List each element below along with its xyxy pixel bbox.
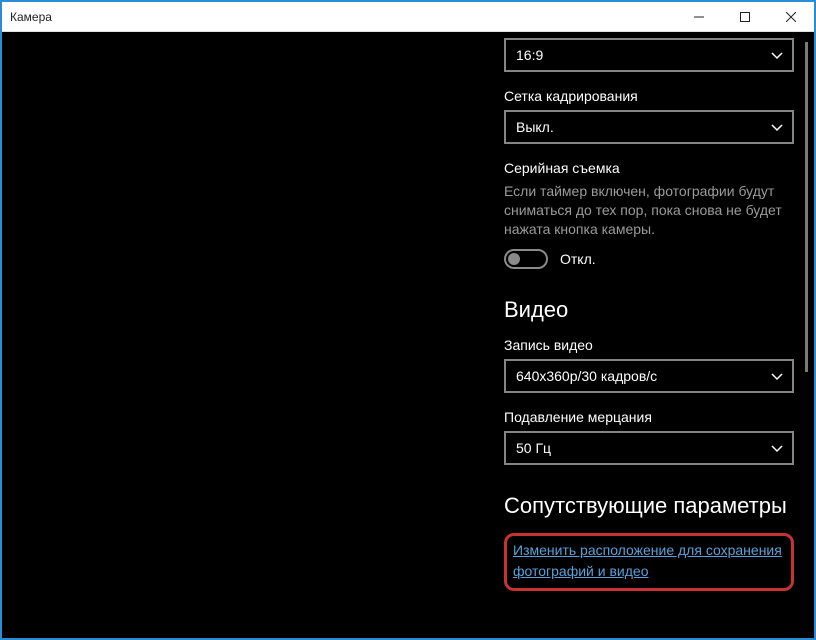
chevron-down-icon xyxy=(770,48,784,62)
related-heading: Сопутствующие параметры xyxy=(504,493,794,519)
camera-preview xyxy=(2,32,494,638)
window-title: Камера xyxy=(2,10,676,24)
settings-panel: 16:9 Сетка кадрирования Выкл. Серийная с… xyxy=(494,32,814,638)
video-record-label: Запись видео xyxy=(504,337,794,353)
burst-toggle-value: Откл. xyxy=(560,251,596,267)
chevron-down-icon xyxy=(770,120,784,134)
chevron-down-icon xyxy=(770,369,784,383)
video-record-value: 640x360p/30 кадров/с xyxy=(516,368,657,384)
framing-grid-value: Выкл. xyxy=(516,119,554,135)
aspect-ratio-value: 16:9 xyxy=(516,47,543,63)
maximize-button[interactable] xyxy=(722,2,768,32)
change-save-location-link[interactable]: Изменить расположение для сохранения фот… xyxy=(513,542,782,579)
video-heading: Видео xyxy=(504,297,794,323)
chevron-down-icon xyxy=(770,441,784,455)
video-record-select[interactable]: 640x360p/30 кадров/с xyxy=(504,359,794,393)
panel-scrollbar[interactable] xyxy=(805,42,808,372)
burst-label: Серийная съемка xyxy=(504,160,794,176)
minimize-button[interactable] xyxy=(676,2,722,32)
link-highlight-box: Изменить расположение для сохранения фот… xyxy=(504,533,794,591)
framing-grid-label: Сетка кадрирования xyxy=(504,88,794,104)
toggle-knob xyxy=(508,253,520,265)
burst-toggle-row: Откл. xyxy=(504,249,794,269)
app-window: Камера 16:9 Сетка кадрирования Выкл. xyxy=(0,0,816,640)
aspect-ratio-select[interactable]: 16:9 xyxy=(504,38,794,72)
close-button[interactable] xyxy=(768,2,814,32)
client-area: 16:9 Сетка кадрирования Выкл. Серийная с… xyxy=(2,32,814,638)
titlebar: Камера xyxy=(2,2,814,32)
flicker-label: Подавление мерцания xyxy=(504,409,794,425)
flicker-select[interactable]: 50 Гц xyxy=(504,431,794,465)
burst-description: Если таймер включен, фотографии будут сн… xyxy=(504,182,794,239)
framing-grid-select[interactable]: Выкл. xyxy=(504,110,794,144)
flicker-value: 50 Гц xyxy=(516,440,551,456)
burst-toggle[interactable] xyxy=(504,249,548,269)
